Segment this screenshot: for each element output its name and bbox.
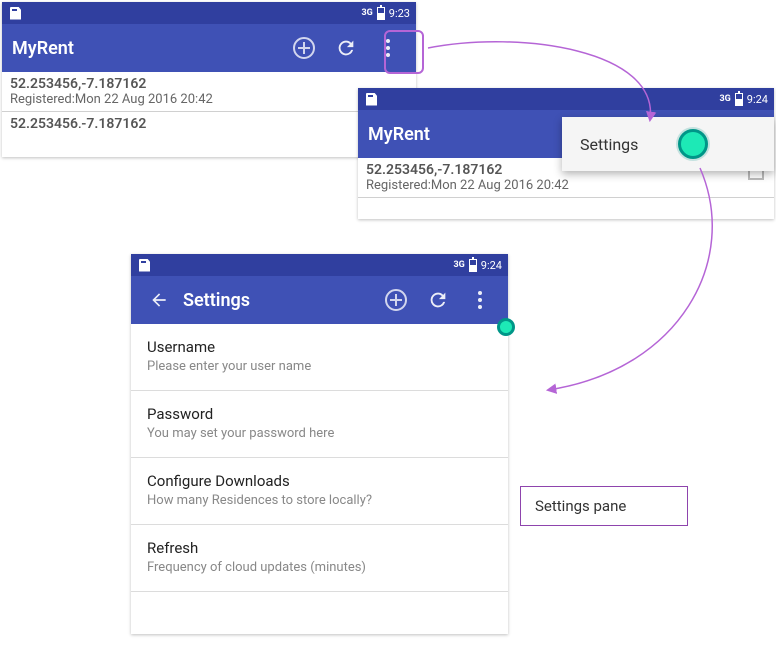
app-title: MyRent — [12, 38, 280, 59]
network-icon: 3G — [719, 94, 730, 104]
back-arrow-icon — [149, 290, 169, 310]
settings-item-subtitle: How many Residences to store locally? — [147, 493, 492, 508]
add-button[interactable] — [286, 30, 322, 66]
callout-text: Settings pane — [535, 497, 626, 515]
refresh-button[interactable] — [328, 30, 364, 66]
settings-item-title: Configure Downloads — [147, 472, 492, 490]
network-icon: 3G — [361, 8, 372, 18]
phone1-frame: 3G 9:23 MyRent 52.253456,-7.187162 Regis… — [2, 2, 416, 157]
clock: 9:23 — [389, 7, 410, 20]
clock: 9:24 — [747, 93, 768, 106]
settings-item-subtitle: You may set your password here — [147, 426, 492, 441]
clock: 9:24 — [481, 259, 502, 272]
battery-icon — [469, 259, 477, 272]
phone3-frame: 3G 9:24 Settings Username Please enter y… — [131, 254, 508, 634]
settings-item-title: Password — [147, 405, 492, 423]
plus-icon — [385, 289, 407, 311]
screen-title: Settings — [183, 290, 372, 311]
callout-label: Settings pane — [520, 486, 688, 526]
sdcard-icon — [139, 259, 150, 272]
sdcard-icon — [366, 93, 377, 106]
overflow-menu: Settings — [562, 117, 774, 171]
app-bar: MyRent — [2, 24, 416, 72]
back-button[interactable] — [141, 282, 177, 318]
more-icon — [478, 291, 482, 309]
status-bar: 3G 9:24 — [131, 254, 508, 276]
settings-item-downloads[interactable]: Configure Downloads How many Residences … — [131, 458, 508, 525]
status-bar: 3G 9:24 — [358, 88, 774, 110]
menu-item-settings[interactable]: Settings — [580, 135, 638, 154]
settings-item-title: Username — [147, 338, 492, 356]
more-icon — [386, 39, 390, 57]
touch-indicator-icon — [678, 129, 708, 159]
touch-indicator-icon — [497, 318, 515, 336]
settings-item-password[interactable]: Password You may set your password here — [131, 391, 508, 458]
residence-row[interactable]: 52.253456,-7.187162 — [2, 112, 416, 132]
settings-item-refresh[interactable]: Refresh Frequency of cloud updates (minu… — [131, 525, 508, 592]
row-coordinates: 52.253456,-7.187162 — [10, 76, 408, 92]
settings-item-subtitle: Frequency of cloud updates (minutes) — [147, 560, 492, 575]
residence-row[interactable]: 52.253456,-7.187162 Registered:Mon 22 Au… — [2, 72, 416, 112]
app-bar: Settings — [131, 276, 508, 324]
status-bar: 3G 9:23 — [2, 2, 416, 24]
refresh-icon — [335, 37, 357, 59]
battery-icon — [377, 7, 385, 20]
settings-item-username[interactable]: Username Please enter your user name — [131, 324, 508, 391]
battery-icon — [735, 93, 743, 106]
plus-icon — [293, 37, 315, 59]
row-registered: Registered:Mon 22 Aug 2016 20:42 — [366, 178, 766, 193]
row-registered: Registered:Mon 22 Aug 2016 20:42 — [10, 92, 408, 107]
overflow-button[interactable] — [462, 282, 498, 318]
network-icon: 3G — [453, 260, 464, 270]
settings-item-title: Refresh — [147, 539, 492, 557]
refresh-icon — [427, 289, 449, 311]
overflow-button[interactable] — [370, 30, 406, 66]
sdcard-icon — [10, 7, 21, 20]
settings-item-subtitle: Please enter your user name — [147, 359, 492, 374]
row-coordinates: 52.253456,-7.187162 — [10, 116, 408, 128]
add-button[interactable] — [378, 282, 414, 318]
refresh-button[interactable] — [420, 282, 456, 318]
